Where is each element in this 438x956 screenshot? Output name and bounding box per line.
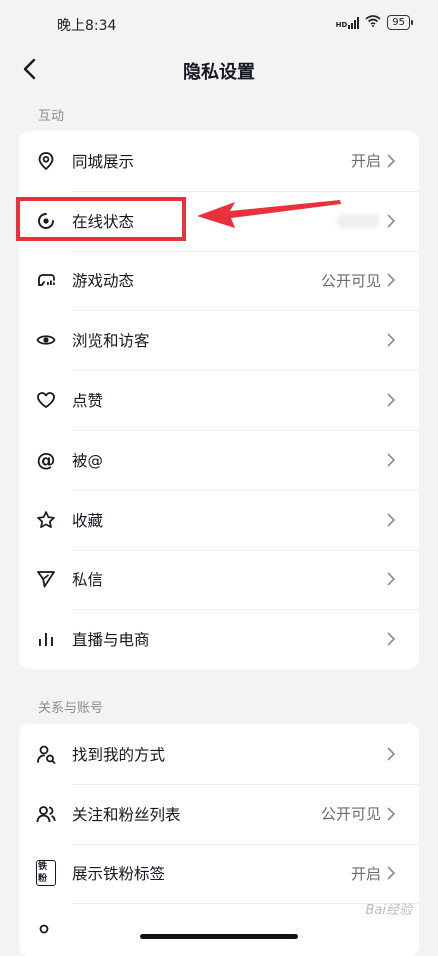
setting-row-mentions[interactable]: @ 被@ (19, 429, 419, 490)
setting-row-nearby[interactable]: 同城展示 开启 (19, 131, 419, 191)
cellular-signal-icon: HD (335, 16, 360, 29)
partial-row-icon (36, 923, 56, 943)
send-icon (36, 569, 56, 589)
chevron-right-icon (387, 572, 401, 587)
nav-bar: 隐私设置 (0, 46, 438, 94)
chevron-right-icon (387, 154, 401, 168)
setting-row-likes[interactable]: 点赞 (19, 370, 419, 430)
row-label: 被@ (72, 451, 104, 470)
wifi-icon (365, 15, 381, 30)
chevron-right-icon (387, 866, 401, 881)
chevron-right-icon (387, 513, 401, 527)
row-label: 浏览和访客 (72, 332, 150, 351)
status-icons: HD 95 (335, 15, 413, 30)
fan-badge-icon: 铁粉 (36, 860, 56, 887)
star-icon (36, 510, 56, 530)
home-indicator (140, 934, 298, 939)
row-label: 找到我的方式 (72, 745, 166, 764)
chevron-right-icon (387, 747, 401, 761)
fan-badge-label: 铁粉 (36, 860, 56, 887)
setting-row-live-commerce[interactable]: 直播与电商 (19, 609, 419, 669)
relationship-settings-card: 找到我的方式 关注和粉丝列表 公开可见 铁粉 展示铁粉标签 开启 (19, 724, 419, 956)
setting-row-fan-badge[interactable]: 铁粉 展示铁粉标签 开启 (19, 843, 419, 904)
row-label: 私信 (72, 571, 104, 590)
chevron-right-icon (387, 333, 401, 347)
game-controller-icon (36, 270, 56, 290)
chevron-right-icon (387, 453, 401, 467)
watermark: Bai经验 (365, 903, 413, 918)
eye-icon (36, 330, 56, 350)
section-label-relationships: 关系与账号 (38, 701, 104, 716)
highlight-box (16, 197, 186, 241)
chevron-right-icon (387, 632, 401, 646)
users-icon (36, 804, 56, 824)
row-label: 收藏 (72, 511, 104, 530)
row-value: 公开可见 (320, 271, 381, 290)
status-time: 晚上8:34 (57, 18, 117, 34)
chevron-right-icon (387, 273, 401, 288)
row-label: 展示铁粉标签 (72, 865, 166, 884)
row-label: 点赞 (72, 392, 104, 411)
setting-row-follow-fans-list[interactable]: 关注和粉丝列表 公开可见 (19, 783, 419, 844)
row-label: 游戏动态 (72, 272, 135, 291)
setting-row-browse-visitors[interactable]: 浏览和访客 (19, 310, 419, 370)
row-label: 同城展示 (72, 152, 135, 171)
hd-label: HD (335, 20, 348, 29)
location-pin-icon (36, 151, 56, 171)
row-label: 关注和粉丝列表 (72, 805, 181, 824)
annotation-arrow-icon (197, 200, 341, 228)
setting-row-favorites[interactable]: 收藏 (19, 489, 419, 550)
chevron-right-icon (387, 214, 401, 228)
heart-icon (36, 390, 56, 410)
setting-row-game-activity[interactable]: 游戏动态 公开可见 (19, 250, 419, 311)
row-value: 开启 (350, 152, 381, 171)
setting-row-partial[interactable] (19, 903, 419, 956)
at-icon: @ (36, 448, 56, 471)
row-value: 开启 (350, 864, 381, 883)
battery-icon: 95 (387, 15, 413, 30)
row-value: 公开可见 (320, 805, 381, 824)
setting-row-find-me[interactable]: 找到我的方式 (19, 724, 419, 784)
page-title: 隐私设置 (183, 62, 255, 83)
chevron-right-icon (387, 393, 401, 407)
setting-row-direct-messages[interactable]: 私信 (19, 549, 419, 610)
row-label: 直播与电商 (72, 631, 150, 650)
chevron-right-icon (387, 807, 401, 821)
section-label-interaction: 互动 (38, 109, 65, 124)
find-user-icon (36, 744, 56, 764)
bars-icon (36, 629, 56, 649)
status-bar: 晚上8:34 HD 95 (0, 0, 438, 46)
